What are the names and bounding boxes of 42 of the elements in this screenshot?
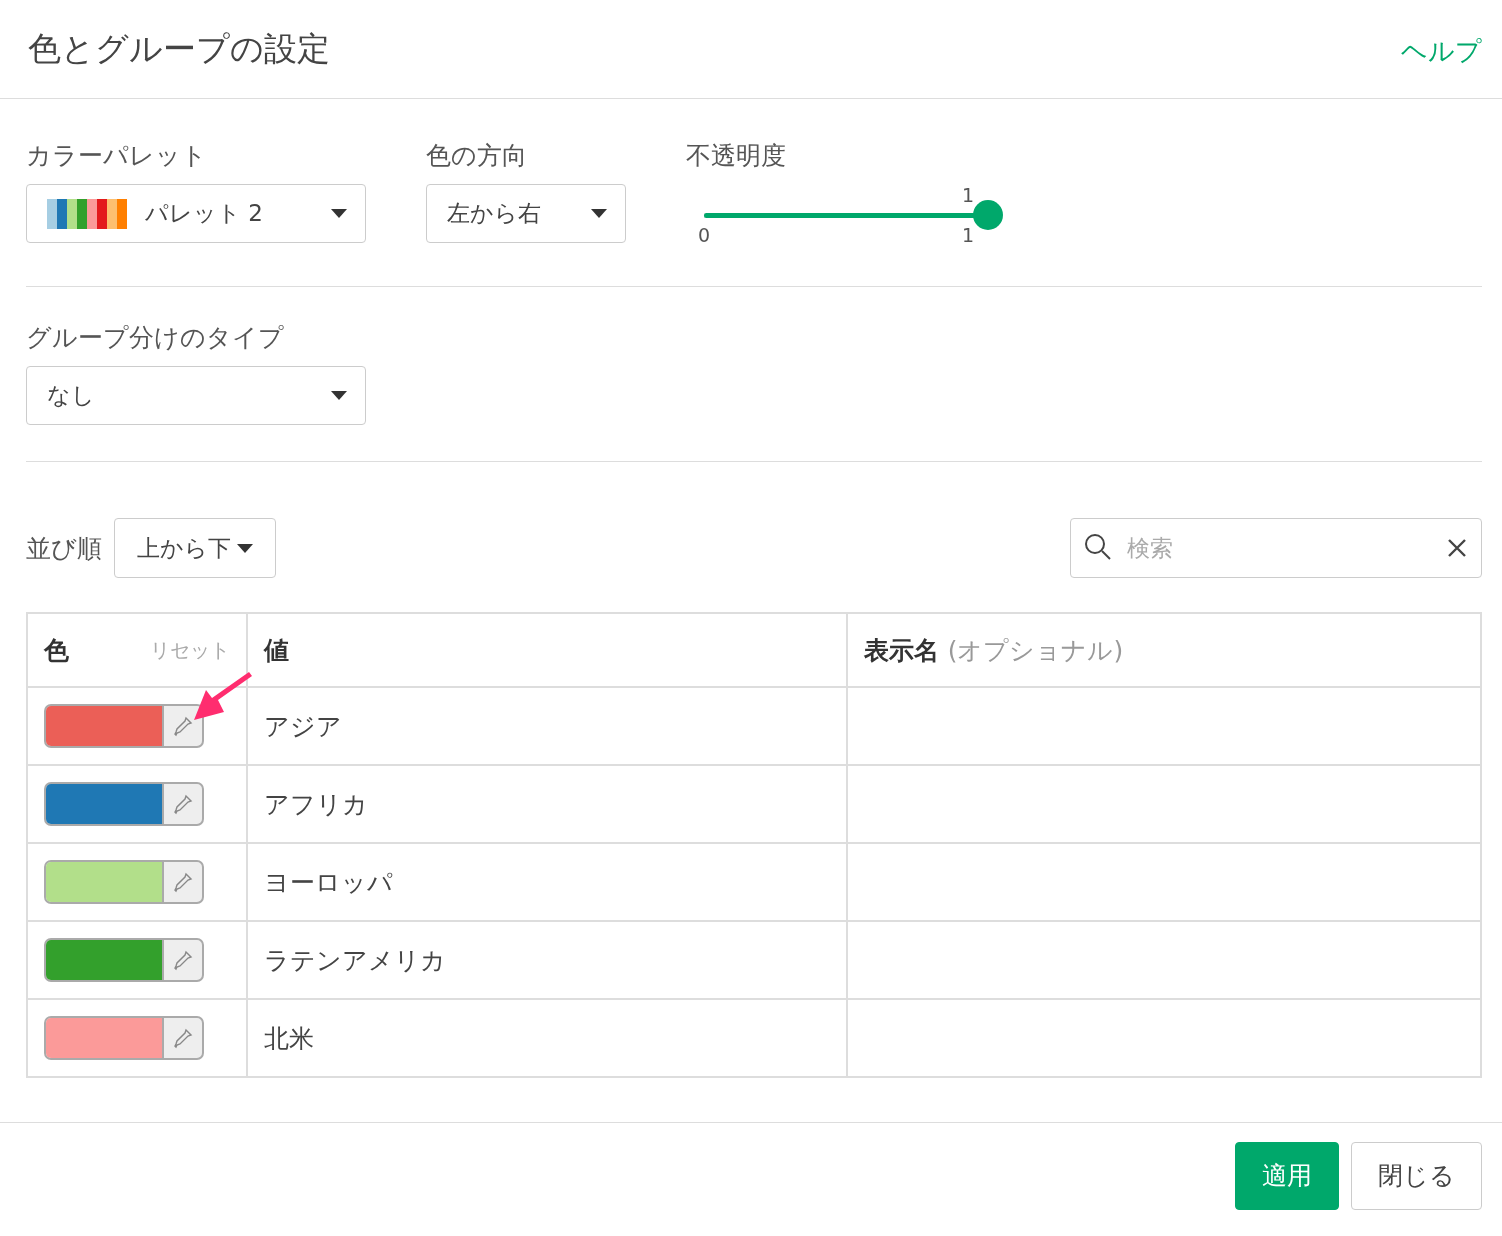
table-cell: ヨーロッパ	[247, 843, 847, 921]
column-label: 表示名 (オプショナル)	[864, 635, 1124, 665]
slider-min: 0	[698, 224, 711, 246]
table-cell: 北米	[247, 999, 847, 1077]
column-label: 色	[44, 634, 69, 667]
eyedropper-icon	[172, 793, 194, 815]
direction-select[interactable]: 左から右	[426, 184, 626, 243]
annotation-arrow	[192, 672, 254, 722]
grouping-select[interactable]: なし	[26, 366, 366, 425]
caret-icon	[237, 543, 253, 553]
slider-thumb[interactable]	[973, 200, 1003, 230]
slider-max: 1	[961, 224, 974, 246]
color-picker-button[interactable]	[44, 782, 204, 826]
palette-swatch-icon	[47, 198, 127, 229]
table-cell: アフリカ	[247, 765, 847, 843]
caret-icon	[331, 209, 347, 218]
color-picker-button[interactable]	[44, 938, 204, 982]
table-cell: ラテンアメリカ	[247, 921, 847, 999]
sort-dropdown[interactable]: 上から下	[114, 518, 276, 578]
search-icon	[1084, 533, 1112, 561]
color-picker-button[interactable]	[44, 704, 204, 748]
sort-label: 並び順	[26, 532, 102, 565]
close-button[interactable]: 閉じる	[1351, 1141, 1482, 1210]
close-icon[interactable]	[1448, 539, 1466, 557]
eyedropper-icon	[172, 949, 194, 971]
field-label: グループ分けのタイプ	[26, 322, 285, 354]
palette-select[interactable]: パレット 2	[26, 184, 366, 243]
eyedropper-icon	[172, 1027, 194, 1049]
caret-icon	[331, 391, 347, 400]
caret-icon	[591, 209, 607, 218]
eyedropper-icon	[172, 871, 194, 893]
column-label: 値	[264, 635, 289, 665]
field-label: 不透明度	[686, 140, 787, 172]
eyedropper-icon	[172, 715, 194, 737]
table-cell: アジア	[247, 687, 847, 765]
field-label: カラーパレット	[26, 140, 208, 172]
color-picker-button[interactable]	[44, 1016, 204, 1060]
field-label: 色の方向	[426, 140, 528, 172]
color-picker-button[interactable]	[44, 860, 204, 904]
slider-value: 1	[961, 184, 974, 206]
dialog-title: 色とグループの設定	[28, 27, 330, 70]
search-field[interactable]: 検索	[1070, 518, 1482, 578]
